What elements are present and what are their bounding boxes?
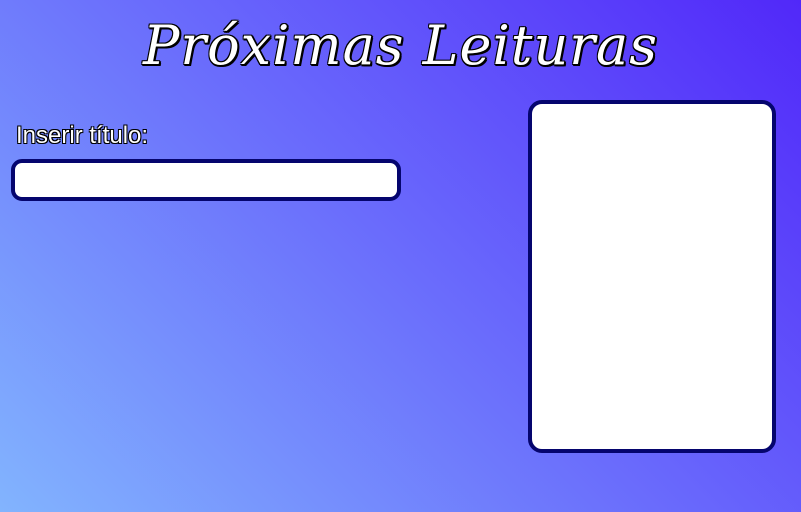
title-label: Inserir título: — [16, 122, 149, 149]
book-preview-panel — [528, 100, 776, 453]
title-input[interactable] — [11, 159, 401, 201]
page-title: Próximas Leituras — [143, 14, 658, 77]
